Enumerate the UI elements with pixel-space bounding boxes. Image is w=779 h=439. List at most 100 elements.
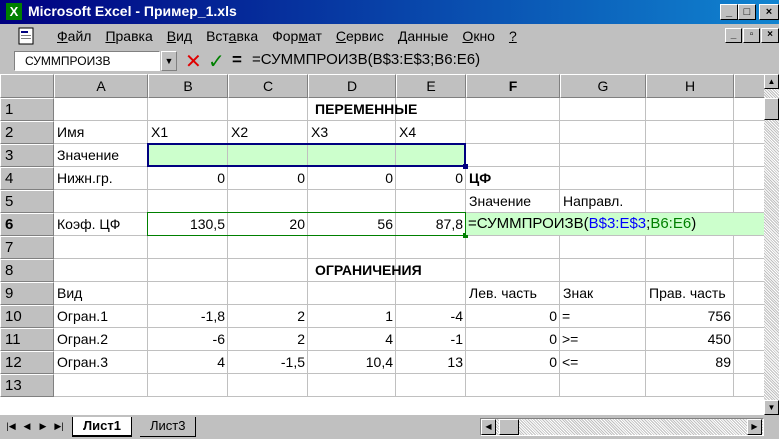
cell-B10[interactable]: -1,8 — [148, 305, 228, 327]
column-header-F[interactable]: F — [466, 74, 560, 98]
cell-C12[interactable]: -1,5 — [228, 351, 308, 373]
column-header-G[interactable]: G — [560, 74, 646, 98]
cell-C11[interactable]: 2 — [228, 328, 308, 350]
cell-H11[interactable]: 450 — [646, 328, 734, 350]
name-box[interactable]: СУММПРОИЗВ — [14, 51, 160, 71]
menu-item-8[interactable]: ? — [502, 28, 524, 44]
doc-minimize-button[interactable]: _ — [725, 28, 742, 43]
select-all-corner[interactable] — [0, 74, 54, 98]
next-sheet-icon[interactable]: ▶ — [36, 419, 50, 435]
cell-G9[interactable]: Знак — [560, 282, 646, 304]
name-box-dropdown[interactable]: ▼ — [161, 51, 177, 71]
cell-H9[interactable]: Прав. часть — [646, 282, 729, 304]
cell-D10[interactable]: 1 — [308, 305, 396, 327]
last-sheet-icon[interactable]: ▶| — [52, 419, 66, 435]
cell-A3[interactable]: Значение — [54, 144, 148, 166]
row-header-11[interactable]: 11 — [0, 328, 54, 351]
column-header-extra[interactable] — [734, 74, 764, 98]
cell-E4[interactable]: 0 — [396, 167, 466, 189]
menu-item-3[interactable]: Вставка — [199, 28, 265, 44]
sheet-tab[interactable]: Лист3 — [140, 417, 197, 437]
cell-D4[interactable]: 0 — [308, 167, 396, 189]
edit-formula-button[interactable]: = — [232, 50, 242, 70]
column-header-A[interactable]: A — [54, 74, 148, 98]
column-header-H[interactable]: H — [646, 74, 734, 98]
cell-A6[interactable]: Коэф. ЦФ — [54, 213, 148, 235]
row-header-1[interactable]: 1 — [0, 98, 54, 121]
menu-item-2[interactable]: Вид — [160, 28, 199, 44]
cell-A10[interactable]: Огран.1 — [54, 305, 148, 327]
menu-item-7[interactable]: Окно — [455, 28, 502, 44]
maximize-button[interactable]: □ — [738, 4, 756, 20]
cell-G12[interactable]: <= — [560, 351, 646, 373]
cell-F4[interactable]: ЦФ — [466, 167, 560, 189]
cell-F10[interactable]: 0 — [466, 305, 560, 327]
formula-input[interactable]: =СУММПРОИЗВ(B$3:E$3;B6:E6) — [252, 51, 480, 68]
row-header-4[interactable]: 4 — [0, 167, 54, 190]
menu-item-5[interactable]: Сервис — [329, 28, 391, 44]
horizontal-scrollbar[interactable]: ◀ ▶ — [480, 418, 764, 436]
cancel-icon[interactable]: ✕ — [185, 49, 202, 74]
cell-G11[interactable]: >= — [560, 328, 646, 350]
row-header-5[interactable]: 5 — [0, 190, 54, 213]
cell-D1[interactable]: ПЕРЕМЕННЫЕ — [312, 98, 420, 120]
cell-F11[interactable]: 0 — [466, 328, 560, 350]
fill-handle[interactable] — [463, 164, 468, 169]
sheet-tab-active[interactable]: Лист1 — [72, 417, 132, 437]
cell-D8[interactable]: ОГРАНИЧЕНИЯ — [312, 259, 425, 281]
row-header-7[interactable]: 7 — [0, 236, 54, 259]
row-header-9[interactable]: 9 — [0, 282, 54, 305]
close-button[interactable]: × — [759, 4, 779, 20]
column-header-C[interactable]: C — [228, 74, 308, 98]
cell-E11[interactable]: -1 — [396, 328, 466, 350]
vertical-scrollbar[interactable]: ▲ ▼ — [764, 74, 779, 415]
cell-F12[interactable]: 0 — [466, 351, 560, 373]
enter-check-icon[interactable]: ✓ — [208, 49, 225, 74]
excel-app-icon[interactable]: X — [6, 3, 22, 20]
cell-D12[interactable]: 10,4 — [308, 351, 396, 373]
cell-B11[interactable]: -6 — [148, 328, 228, 350]
scroll-right-button[interactable]: ▶ — [747, 419, 762, 435]
minimize-button[interactable]: _ — [720, 4, 738, 20]
vertical-scroll-thumb[interactable] — [764, 98, 779, 120]
cell-D11[interactable]: 4 — [308, 328, 396, 350]
worksheet-grid[interactable]: A B C D E F G H 1 2 3 4 5 6 7 8 9 10 11 12 13 ПЕРЕМЕННЫЕ Имя X1… — [0, 74, 764, 415]
cell-B4[interactable]: 0 — [148, 167, 228, 189]
cell-A4[interactable]: Нижн.гр. — [54, 167, 148, 189]
cell-C4[interactable]: 0 — [228, 167, 308, 189]
cell-E12[interactable]: 13 — [396, 351, 466, 373]
cell-C10[interactable]: 2 — [228, 305, 308, 327]
cell-f6-editor[interactable]: =СУММПРОИЗВ(B$3:E$3;B6:E6) — [466, 213, 764, 235]
horizontal-scroll-thumb[interactable] — [499, 419, 519, 435]
menu-item-1[interactable]: Правка — [98, 28, 159, 44]
doc-restore-button[interactable]: ▫ — [743, 28, 760, 43]
cell-H12[interactable]: 89 — [646, 351, 734, 373]
cell-D2[interactable]: X3 — [308, 121, 396, 143]
cell-F9[interactable]: Лев. часть — [466, 282, 540, 304]
cell-C2[interactable]: X2 — [228, 121, 308, 143]
cell-H10[interactable]: 756 — [646, 305, 734, 327]
scroll-up-button[interactable]: ▲ — [764, 74, 779, 89]
cell-E2[interactable]: X4 — [396, 121, 466, 143]
row-header-10[interactable]: 10 — [0, 305, 54, 328]
cell-A2[interactable]: Имя — [54, 121, 148, 143]
row-header-2[interactable]: 2 — [0, 121, 54, 144]
cell-B2[interactable]: X1 — [148, 121, 228, 143]
column-header-E[interactable]: E — [396, 74, 466, 98]
row-header-6[interactable]: 6 — [0, 213, 54, 236]
doc-close-button[interactable]: × — [761, 28, 779, 43]
cell-F5[interactable]: Значение — [466, 190, 534, 212]
row-header-13[interactable]: 13 — [0, 374, 54, 397]
scroll-left-button[interactable]: ◀ — [481, 419, 496, 435]
row-header-12[interactable]: 12 — [0, 351, 54, 374]
workbook-icon[interactable] — [18, 27, 36, 45]
menu-item-6[interactable]: Данные — [391, 28, 456, 44]
menu-item-0[interactable]: Файл — [50, 28, 98, 44]
row-header-8[interactable]: 8 — [0, 259, 54, 282]
menu-item-4[interactable]: Формат — [265, 28, 329, 44]
cell-E10[interactable]: -4 — [396, 305, 466, 327]
column-header-B[interactable]: B — [148, 74, 228, 98]
row-header-3[interactable]: 3 — [0, 144, 54, 167]
first-sheet-icon[interactable]: |◀ — [4, 419, 18, 435]
column-header-D[interactable]: D — [308, 74, 396, 98]
